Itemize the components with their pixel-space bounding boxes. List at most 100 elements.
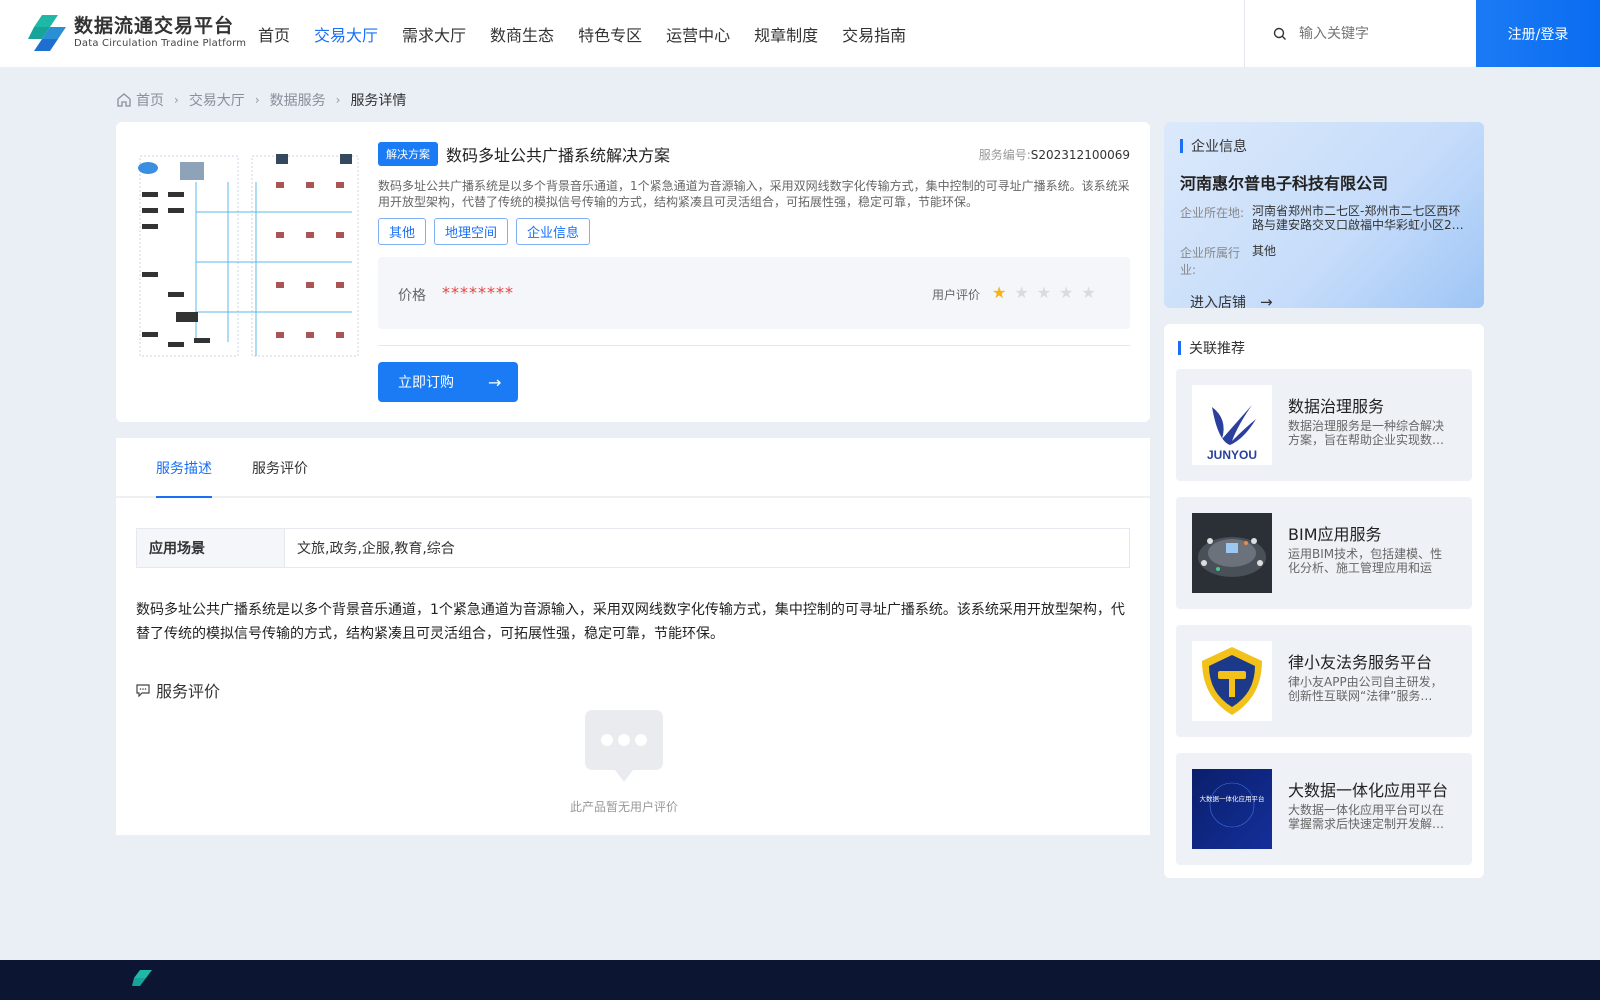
product-title: 数码多址公共广播系统解决方案 — [446, 146, 671, 165]
company-section-title: 企业信息 — [1191, 139, 1247, 155]
company-location-row: 企业所在地: 河南省郑州市二七区-郑州市二七区西环路与建安路交叉口啟福中华彩虹小… — [1180, 204, 1468, 232]
star-icon[interactable]: ★ — [1014, 283, 1028, 302]
law-shield-image — [1192, 641, 1272, 721]
footer-logo-icon — [132, 970, 152, 986]
review-title-text: 服务评价 — [156, 682, 221, 701]
company-industry-value: 其他 — [1252, 244, 1277, 258]
empty-comment-icon — [585, 710, 663, 782]
bim-model-image — [1192, 513, 1272, 593]
nav-demand-hall[interactable]: 需求大厅 — [402, 22, 466, 46]
related-item-desc: 运用BIM技术，包括建模、性化分析、施工管理应用和运维… — [1288, 547, 1443, 575]
order-now-button[interactable]: 立即订购 → — [378, 362, 518, 402]
search-icon[interactable] — [1273, 27, 1287, 41]
section-bar — [1178, 341, 1181, 355]
site-logo[interactable]: 数据流通交易平台 Data Circulation Tradine Platfo… — [28, 13, 246, 53]
chevron-right-icon: › — [174, 93, 179, 107]
product-diagram-image — [136, 142, 362, 368]
nav-ecosystem[interactable]: 数商生态 — [490, 22, 554, 46]
tab-bar: 服务描述 服务评价 — [116, 438, 1150, 498]
login-register-button[interactable]: 注册/登录 — [1476, 0, 1600, 67]
nav-rules[interactable]: 规章制度 — [754, 22, 818, 46]
logo-mark-icon — [28, 15, 66, 51]
breadcrumb-trading-hall[interactable]: 交易大厅 — [189, 90, 245, 110]
main-nav: 首页 交易大厅 需求大厅 数商生态 特色专区 运营中心 规章制度 交易指南 — [258, 0, 930, 67]
junyou-logo-text: JUNYOU — [1207, 448, 1257, 462]
price-value: ******** — [442, 283, 514, 302]
tag-enterprise-info[interactable]: 企业信息 — [516, 218, 591, 245]
search-box — [1244, 0, 1476, 67]
logo-subtitle: Data Circulation Tradine Platform — [74, 38, 247, 49]
rating-stars: ★ ★ ★ ★ ★ — [992, 283, 1104, 302]
top-header: 数据流通交易平台 Data Circulation Tradine Platfo… — [0, 0, 1600, 67]
empty-review-state: 此产品暂无用户评价 — [554, 706, 694, 815]
description-card: 服务描述 服务评价 应用场景 文旅,政务,企服,教育,综合 数码多址公共广播系统… — [116, 438, 1150, 835]
star-icon[interactable]: ★ — [992, 283, 1006, 302]
tag-geospatial[interactable]: 地理空间 — [434, 218, 509, 245]
service-number-value: S202312100069 — [1030, 148, 1130, 162]
company-industry-label: 企业所属行业: — [1180, 246, 1241, 277]
related-item-title: 大数据一体化应用平台 — [1288, 781, 1449, 800]
company-name[interactable]: 河南惠尔普电子科技有限公司 — [1180, 170, 1468, 194]
related-item[interactable]: JUNYOU 数据治理服务 数据治理服务是一种综合解决方案，旨在帮助企业实现数… — [1176, 369, 1472, 481]
related-item-desc: 大数据一体化应用平台可以在掌握需求后快速定制开发解… — [1288, 803, 1445, 831]
tab-service-description[interactable]: 服务描述 — [156, 458, 212, 498]
tag-other[interactable]: 其他 — [378, 218, 427, 245]
nav-home[interactable]: 首页 — [258, 22, 290, 46]
related-item[interactable]: 大数据一体化应用平台 大数据一体化应用平台 大数据一体化应用平台可以在掌握需求后… — [1176, 753, 1472, 865]
enter-store-label: 进入店铺 — [1190, 295, 1246, 308]
junyou-logo-image: JUNYOU — [1192, 385, 1272, 465]
full-description: 数码多址公共广播系统是以多个背景音乐通道，1个紧急通道为音源输入，采用双网线数字… — [136, 602, 1125, 642]
service-number-label: 服务编号: — [978, 148, 1031, 162]
review-section-title: 服务评价 — [136, 678, 220, 702]
product-tags: 其他 地理空间 企业信息 — [378, 218, 1130, 245]
empty-review-text: 此产品暂无用户评价 — [569, 800, 678, 814]
bigdata-platform-image: 大数据一体化应用平台 — [1192, 769, 1272, 849]
company-location-value: 河南省郑州市二七区-郑州市二七区西环路与建安路交叉口啟福中华彩虹小区2… — [1252, 204, 1464, 232]
order-now-label: 立即订购 — [398, 375, 454, 391]
star-icon[interactable]: ★ — [1037, 283, 1051, 302]
search-input[interactable] — [1299, 25, 1469, 42]
related-section-title: 关联推荐 — [1189, 341, 1245, 357]
company-industry-row: 企业所属行业: 其他 — [1180, 244, 1468, 278]
company-section-head: 企业信息 — [1180, 136, 1468, 156]
related-item-title: 律小友法务服务平台 — [1288, 653, 1433, 672]
scene-label: 应用场景 — [137, 529, 285, 567]
tab-service-review[interactable]: 服务评价 — [252, 458, 308, 496]
section-bar — [1180, 139, 1183, 153]
star-icon[interactable]: ★ — [1059, 283, 1073, 302]
related-item-title: BIM应用服务 — [1288, 525, 1382, 544]
nav-trading-hall[interactable]: 交易大厅 — [314, 22, 378, 46]
nav-special-zone[interactable]: 特色专区 — [578, 22, 642, 46]
scene-value: 文旅,政务,企服,教育,综合 — [297, 541, 455, 557]
arrow-right-icon: → — [1260, 293, 1273, 308]
comment-icon — [136, 684, 150, 697]
arrow-right-icon: → — [488, 372, 502, 392]
related-item-desc: 数据治理服务是一种综合解决方案，旨在帮助企业实现数… — [1288, 419, 1445, 447]
breadcrumb-current: 服务详情 — [350, 93, 407, 109]
breadcrumb-data-services[interactable]: 数据服务 — [270, 90, 326, 110]
bigdata-thumb-text: 大数据一体化应用平台 — [1200, 794, 1265, 803]
star-icon[interactable]: ★ — [1081, 283, 1095, 302]
breadcrumb-home[interactable]: 首页 — [136, 90, 164, 110]
related-item-title: 数据治理服务 — [1288, 397, 1385, 416]
service-number: 服务编号:S202312100069 — [979, 146, 1130, 163]
related-item[interactable]: 律小友法务服务平台 律小友APP由公司自主研发，创新性互联网“法律”服务… — [1176, 625, 1472, 737]
footer — [0, 960, 1600, 1000]
product-card: 解决方案 数码多址公共广播系统解决方案 服务编号:S202312100069 数… — [116, 122, 1150, 422]
chevron-right-icon: › — [335, 93, 341, 107]
rating-label: 用户评价 — [932, 288, 981, 302]
nav-guide[interactable]: 交易指南 — [842, 22, 906, 46]
logo-title: 数据流通交易平台 — [74, 15, 235, 37]
product-summary: 数码多址公共广播系统是以多个背景音乐通道，1个紧急通道为音源输入，采用双网线数字… — [378, 179, 1130, 209]
solution-badge: 解决方案 — [378, 142, 438, 166]
enter-store-button[interactable]: 进入店铺 → — [1190, 292, 1273, 308]
scene-table: 应用场景 文旅,政务,企服,教育,综合 — [136, 528, 1130, 568]
related-item[interactable]: BIM应用服务 运用BIM技术，包括建模、性化分析、施工管理应用和运维… — [1176, 497, 1472, 609]
related-item-desc: 律小友APP由公司自主研发，创新性互联网“法律”服务… — [1288, 675, 1443, 703]
related-section-head: 关联推荐 — [1178, 338, 1245, 358]
product-info: 解决方案 数码多址公共广播系统解决方案 服务编号:S202312100069 数… — [378, 142, 1130, 245]
nav-operations[interactable]: 运营中心 — [666, 22, 730, 46]
home-icon — [117, 93, 131, 107]
company-location-label: 企业所在地: — [1180, 206, 1245, 220]
related-card: 关联推荐 JUNYOU 数据治理服务 数据治理服务是一种综合解决方案，旨在帮助企… — [1164, 324, 1484, 878]
